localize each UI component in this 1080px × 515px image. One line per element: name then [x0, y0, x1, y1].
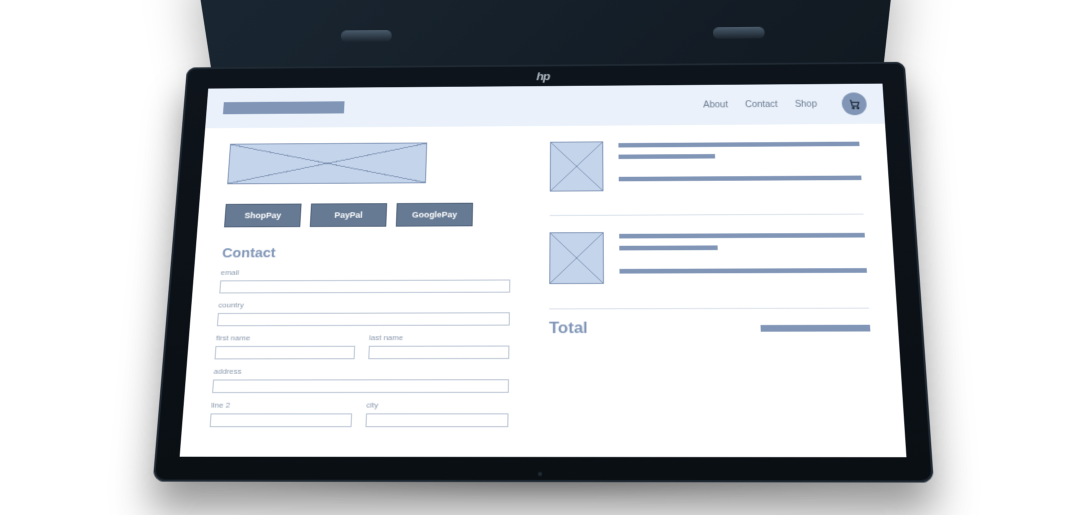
- contact-heading: Contact: [222, 244, 511, 261]
- laptop-device: hp About Contact Shop: [153, 31, 934, 482]
- item-thumbnail-placeholder: [549, 232, 604, 284]
- camera-icon: [538, 472, 542, 476]
- checkout-form-column: ShopPay PayPal GooglePay Contact email c…: [209, 142, 512, 429]
- hp-logo-icon: hp: [536, 70, 549, 83]
- line2-label: line 2: [211, 401, 353, 410]
- total-row: Total: [549, 318, 871, 338]
- address-field[interactable]: [212, 379, 509, 393]
- first-name-label: first name: [216, 333, 356, 342]
- placeholder-line: [619, 245, 717, 250]
- cart-item: [550, 140, 862, 192]
- country-field[interactable]: [217, 312, 510, 326]
- checkout-content: ShopPay PayPal GooglePay Contact email c…: [182, 124, 905, 429]
- item-thumbnail-placeholder: [550, 141, 604, 191]
- shoppay-button[interactable]: ShopPay: [224, 204, 302, 228]
- payment-hero-placeholder: [227, 143, 427, 185]
- cart-item: [549, 231, 867, 284]
- primary-nav: About Contact Shop: [703, 92, 867, 116]
- total-amount-placeholder: [761, 324, 871, 331]
- placeholder-line: [619, 154, 715, 159]
- email-label: email: [220, 267, 510, 276]
- line2-field[interactable]: [210, 413, 352, 427]
- hinge-right: [713, 27, 765, 39]
- cart-icon: [848, 98, 861, 109]
- city-field[interactable]: [365, 413, 508, 427]
- screen-bezel: hp About Contact Shop: [153, 62, 934, 483]
- item-text-placeholder: [619, 231, 867, 284]
- nav-shop[interactable]: Shop: [795, 99, 818, 109]
- divider: [549, 308, 869, 310]
- placeholder-line: [619, 268, 866, 273]
- googlepay-button[interactable]: GooglePay: [396, 203, 473, 227]
- cart-button[interactable]: [841, 92, 867, 115]
- placeholder-line: [618, 142, 859, 148]
- email-field[interactable]: [219, 279, 510, 293]
- last-name-field[interactable]: [368, 345, 509, 359]
- city-label: city: [366, 401, 508, 410]
- screen-content: About Contact Shop: [180, 84, 907, 458]
- address-label: address: [213, 367, 509, 376]
- total-label: Total: [549, 319, 588, 338]
- placeholder-line: [619, 233, 865, 239]
- express-payment-row: ShopPay PayPal GooglePay: [224, 203, 511, 228]
- placeholder-line: [619, 176, 862, 182]
- order-summary-column: Total: [548, 140, 876, 429]
- country-label: country: [218, 300, 510, 309]
- item-text-placeholder: [618, 140, 862, 191]
- paypal-button[interactable]: PayPal: [310, 203, 387, 227]
- site-header: About Contact Shop: [205, 84, 885, 129]
- last-name-label: last name: [369, 333, 510, 342]
- first-name-field[interactable]: [215, 345, 356, 359]
- divider: [550, 214, 864, 216]
- nav-about[interactable]: About: [703, 100, 728, 110]
- brand-placeholder: [223, 101, 345, 114]
- hinge-left: [341, 30, 392, 42]
- nav-contact[interactable]: Contact: [745, 100, 778, 110]
- laptop-back-lid: [192, 0, 897, 270]
